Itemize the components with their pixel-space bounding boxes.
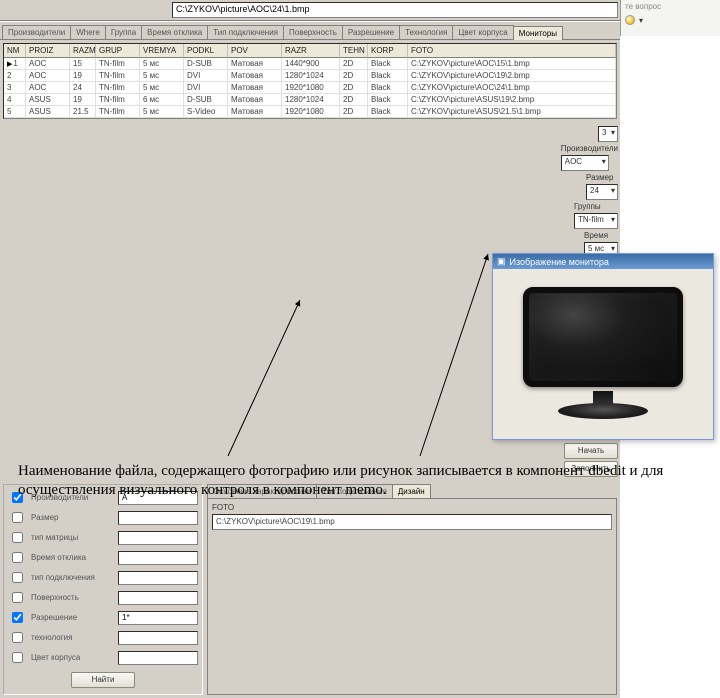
filter-text[interactable] [118, 651, 198, 665]
image-window-title: ▣ Изображение монитора [493, 254, 713, 269]
monitor-image [513, 279, 693, 429]
path-input[interactable]: C:\ZYKOV\picture\AOС\24\1.bmp [172, 2, 618, 18]
filter-select[interactable]: TN-film [574, 213, 618, 229]
filter-check-row: Поверхность [8, 589, 198, 606]
image-window[interactable]: ▣ Изображение монитора [492, 253, 714, 440]
search-panel: ПроизводителиAРазмертип матрицыВремя отк… [3, 484, 203, 695]
detail-panel: Основные характеристикиТип подключенияДи… [207, 484, 617, 695]
col-header[interactable]: RAZR [282, 44, 340, 58]
filter-select[interactable]: 3 [598, 126, 618, 142]
filter-checkbox[interactable] [12, 512, 23, 523]
detail-body: FOTO C:\ZYKOV\picture\AOС\19\1.bmp [207, 498, 617, 695]
tab-7[interactable]: Технология [399, 25, 453, 39]
tab-5[interactable]: Поверхность [283, 25, 343, 39]
filter-text[interactable]: 1* [118, 611, 198, 625]
right-toolbar: те вопрос ▾ [620, 0, 720, 36]
table-row[interactable]: 4ASUS19TN-film6 мсD-SUBМатовая1280*10242… [4, 94, 616, 106]
tab-1[interactable]: Where [70, 25, 106, 39]
filter-check-row: Цвет корпуса [8, 649, 198, 666]
filter-checkbox[interactable] [12, 552, 23, 563]
tab-6[interactable]: Разрешение [342, 25, 400, 39]
table-row[interactable]: 1AOС15TN-film5 мсD-SUBМатовая1440*9002DB… [4, 58, 616, 70]
tab-8[interactable]: Цвет корпуса [452, 25, 513, 39]
filter-check-row: Время отклика [8, 549, 198, 566]
topbar: C:\ZYKOV\picture\AOС\24\1.bmp [0, 0, 620, 21]
filter-checkbox[interactable] [12, 612, 23, 623]
col-header[interactable]: POV [228, 44, 282, 58]
foto-label: FOTO [212, 503, 612, 512]
filter-select[interactable]: AOС [561, 155, 609, 171]
col-header[interactable]: VREMYA [140, 44, 184, 58]
filter-checkbox[interactable] [12, 532, 23, 543]
filter-text[interactable] [118, 551, 198, 565]
col-header[interactable]: FOTO [408, 44, 616, 58]
filter-check-row: тип подключения [8, 569, 198, 586]
table-row[interactable]: 2AOС19TN-film5 мсDVIМатовая1280*10242DBl… [4, 70, 616, 82]
col-header[interactable]: PROIZ [26, 44, 70, 58]
filter-select[interactable]: 24 [586, 184, 618, 200]
tab-2[interactable]: Группа [105, 25, 142, 39]
tab-0[interactable]: Производители [2, 25, 71, 39]
tab-4[interactable]: Тип подключения [207, 25, 284, 39]
main-tabs: ПроизводителиWhereГруппаВремя откликаТип… [0, 21, 620, 39]
filter-text[interactable] [118, 531, 198, 545]
filter-check-row: Размер [8, 509, 198, 526]
filter-checkbox[interactable] [12, 652, 23, 663]
filter-checkbox[interactable] [12, 592, 23, 603]
col-header[interactable]: RAZM [70, 44, 96, 58]
help-icon[interactable] [625, 15, 635, 25]
tab-3[interactable]: Время отклика [141, 25, 208, 39]
filter-check-row: технология [8, 629, 198, 646]
col-header[interactable]: TEHN [340, 44, 368, 58]
data-grid[interactable]: NMPROIZRAZMGRUPVREMYAPODKLPOVRAZRTEHNKOR… [3, 43, 617, 119]
grid-panel: NMPROIZRAZMGRUPVREMYAPODKLPOVRAZRTEHNKOR… [0, 39, 620, 122]
table-row[interactable]: 5ASUS21.5TN-film5 мсS-VideoМатовая1920*1… [4, 106, 616, 118]
table-row[interactable]: 3AOС24TN-film5 мсDVIМатовая1920*10802DBl… [4, 82, 616, 94]
image-body [493, 269, 713, 439]
col-header[interactable]: PODKL [184, 44, 228, 58]
filter-text[interactable] [118, 571, 198, 585]
foto-memo[interactable]: C:\ZYKOV\picture\AOС\19\1.bmp [212, 514, 612, 530]
lower-panel: ПроизводителиAРазмертип матрицыВремя отк… [0, 481, 620, 698]
picture-icon: ▣ [497, 256, 506, 267]
filter-text[interactable] [118, 511, 198, 525]
filter-checkbox[interactable] [12, 632, 23, 643]
find-button[interactable]: Найти [71, 672, 135, 688]
chevron-down-icon[interactable]: ▾ [639, 16, 643, 25]
col-header[interactable]: GRUP [96, 44, 140, 58]
col-header[interactable]: KORP [368, 44, 408, 58]
start-button[interactable]: Начать [564, 443, 618, 459]
filter-text[interactable] [118, 591, 198, 605]
filter-checkbox[interactable] [12, 572, 23, 583]
filter-text[interactable] [118, 631, 198, 645]
tab-9[interactable]: Мониторы [513, 26, 563, 40]
caption-text: Наименование файла, содержащего фотограф… [18, 462, 678, 500]
col-header[interactable]: NM [4, 44, 26, 58]
filter-check-row: тип матрицы [8, 529, 198, 546]
filter-check-row: Разрешение1* [8, 609, 198, 626]
